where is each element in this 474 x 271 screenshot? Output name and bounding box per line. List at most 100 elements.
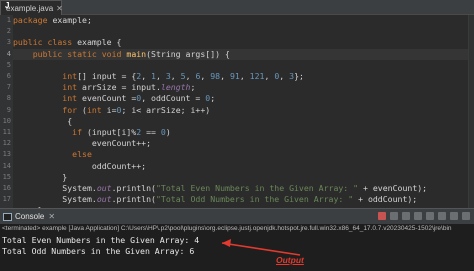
output-annotation-label: Output	[276, 255, 304, 265]
code-line-6: int[] input = {2, 1, 3, 5, 6, 98, 91, 12…	[13, 71, 304, 82]
close-icon[interactable]: ✕	[48, 212, 55, 221]
console-tab[interactable]: Console	[15, 212, 44, 221]
code-token: evenCount =	[77, 93, 137, 104]
string-literal: "Total Odd Numbers in the Given Array: "	[155, 194, 354, 205]
line-number: 13	[2, 150, 11, 159]
number-literal: 91	[229, 71, 240, 81]
code-token: ,	[239, 71, 250, 81]
clear-console-icon[interactable]	[402, 212, 410, 220]
line-number: 11	[2, 128, 11, 136]
code-token: arrSize = input.	[77, 82, 161, 93]
number-literal: 98	[210, 71, 221, 81]
open-console-icon[interactable]	[450, 212, 458, 220]
code-line-9: for (int i=0; i< arrSize; i++)	[13, 105, 210, 116]
code-line-13: else	[13, 149, 92, 160]
code-token: ,	[200, 71, 211, 81]
code-token: ,	[141, 71, 152, 81]
code-token: [] input = {	[77, 71, 137, 81]
line-number: 7	[6, 83, 11, 92]
console-output-area[interactable]: <terminated> example [Java Application] …	[0, 224, 474, 271]
line-number: 8	[6, 94, 11, 103]
code-token: (input[i]%	[82, 127, 137, 137]
code-token: .println(	[111, 183, 156, 193]
display-console-icon[interactable]	[438, 212, 446, 220]
console-icon	[3, 212, 12, 221]
tab-label: example.java	[6, 3, 54, 13]
line-number: 2	[6, 27, 11, 36]
console-output-line: Total Even Numbers in the Given Array: 4	[2, 235, 200, 245]
line-number: 14	[2, 161, 11, 170]
field-token: out	[96, 194, 112, 205]
close-icon[interactable]: ✕	[56, 4, 63, 13]
method-params: (String args[]) {	[146, 48, 230, 59]
line-number: 10	[2, 116, 11, 125]
type-keyword: int	[62, 93, 78, 104]
code-line-12: evenCount++;	[13, 138, 151, 149]
code-line-11: if (input[i]%2 == 0)	[13, 127, 171, 138]
code-token: ==	[141, 127, 161, 137]
editor-scrollbar[interactable]	[468, 15, 474, 208]
code-token: ,	[185, 71, 196, 81]
pin-console-icon[interactable]	[426, 212, 434, 220]
minimize-icon[interactable]	[462, 212, 470, 220]
code-line-7: int arrSize = input.length;	[13, 82, 195, 93]
code-token: )	[165, 127, 171, 137]
code-token: ,	[170, 71, 181, 81]
type-keyword: int	[62, 71, 78, 81]
method-name: main	[126, 48, 147, 59]
package-keyword: package	[13, 15, 48, 25]
remove-launch-icon[interactable]	[390, 212, 398, 220]
number-literal: 121	[249, 71, 265, 81]
line-number: 16	[2, 184, 11, 192]
line-number: 5	[6, 60, 11, 69]
code-token: ,	[264, 71, 275, 81]
code-token: {	[67, 115, 73, 126]
if-keyword: if	[72, 127, 83, 137]
code-line-16: System.out.println("Total Even Numbers i…	[13, 183, 427, 194]
line-number: 17	[2, 195, 11, 204]
scroll-lock-icon[interactable]	[414, 212, 422, 220]
terminate-icon[interactable]	[378, 212, 386, 220]
type-keyword: int	[86, 104, 102, 115]
field-token: out	[96, 183, 112, 193]
code-editor[interactable]: package example; public class example { …	[13, 15, 474, 208]
code-token: + evenCount);	[358, 183, 428, 193]
code-token: + oddCount);	[353, 194, 418, 205]
code-token: ;	[190, 82, 196, 93]
package-name: example;	[52, 15, 92, 25]
code-token: oddCount++;	[91, 160, 147, 171]
code-line-15: }	[13, 172, 67, 183]
line-number: 4	[6, 49, 11, 58]
code-line-17: System.out.println("Total Odd Numbers in…	[13, 194, 417, 205]
line-number: 1	[6, 16, 11, 24]
console-toolbar	[378, 212, 470, 220]
code-token: ;	[210, 93, 216, 104]
line-number: 12	[2, 139, 11, 148]
code-line-8: int evenCount =0, oddCount = 0;	[13, 93, 215, 104]
string-literal: "Total Even Numbers in the Given Array: …	[155, 183, 359, 193]
code-token: System.	[62, 183, 97, 193]
code-token: ,	[220, 71, 230, 81]
editor-tab-bar: example.java ✕	[0, 0, 474, 15]
keyword: public class	[13, 37, 73, 48]
code-token: }	[62, 171, 68, 182]
code-line-10: {	[13, 116, 72, 127]
code-line-3: public class example {	[13, 37, 121, 48]
code-token: ,	[279, 71, 290, 81]
line-number: 3	[6, 38, 11, 47]
code-line-1: package example;	[13, 15, 92, 26]
code-token: };	[294, 71, 304, 81]
tab-example-java[interactable]: example.java ✕	[0, 0, 63, 15]
code-token: i=	[101, 104, 117, 115]
else-keyword: else	[72, 149, 92, 160]
code-token: (	[77, 104, 87, 115]
type-keyword: int	[62, 82, 78, 93]
class-decl: example {	[77, 37, 122, 48]
keyword: public static void	[32, 48, 122, 59]
line-number: 9	[6, 105, 11, 114]
code-token: ; i< arrSize; i++)	[121, 104, 211, 115]
terminated-status: <terminated> example [Java Application] …	[2, 225, 452, 232]
code-token: evenCount++;	[91, 138, 152, 149]
code-token: ,	[155, 71, 166, 81]
line-number: 6	[6, 72, 11, 80]
